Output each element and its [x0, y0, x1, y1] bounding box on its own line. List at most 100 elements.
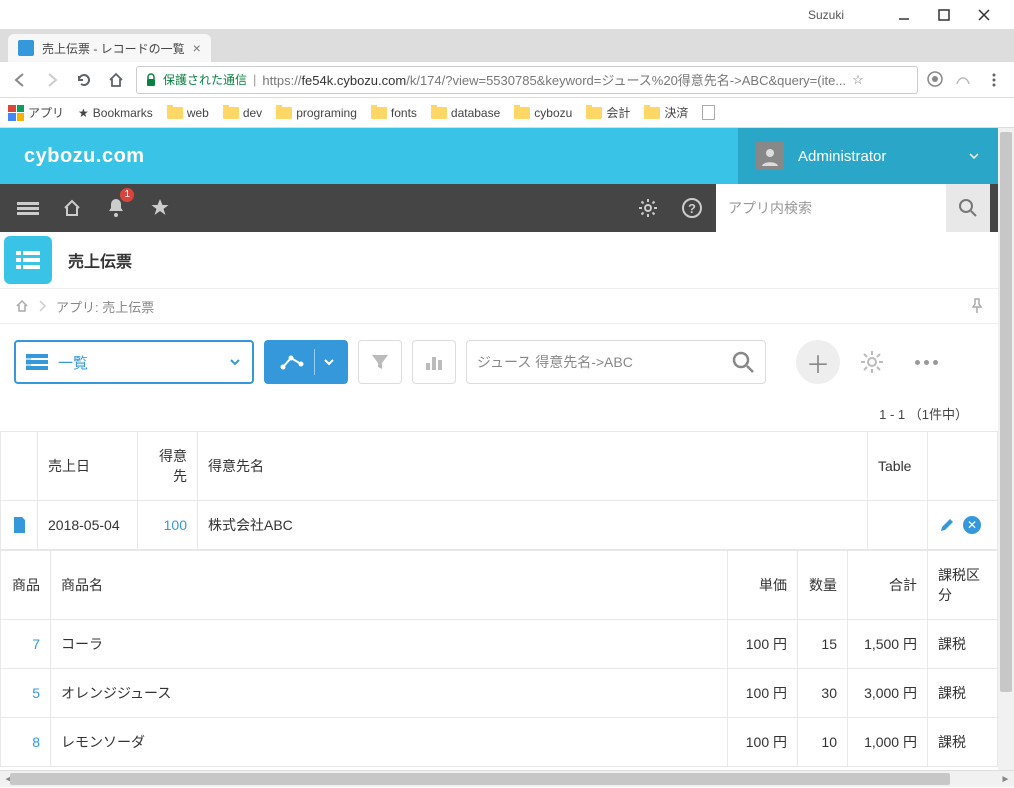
bookmark-folder[interactable]: 会計	[586, 104, 630, 121]
scroll-right-arrow-icon[interactable]: ►	[997, 771, 1014, 788]
aggregate-button[interactable]	[412, 340, 456, 384]
notifications-button[interactable]: 1	[96, 184, 136, 232]
detail-cell-total: 1,000 円	[848, 718, 928, 767]
app-search-input[interactable]	[716, 184, 946, 232]
window-maximize-button[interactable]	[924, 1, 964, 29]
tab-title: 売上伝票 - レコードの一覧	[42, 40, 185, 57]
record-row[interactable]: 2018-05-04 100 株式会社ABC ✕	[1, 501, 998, 550]
tab-close-button[interactable]: ×	[193, 40, 201, 56]
delete-record-button[interactable]: ✕	[963, 516, 981, 534]
detail-cell-tax: 課税	[928, 718, 998, 767]
more-options-button[interactable]	[904, 340, 948, 384]
horizontal-scrollbar[interactable]: ◄ ►	[0, 770, 1014, 787]
bookmark-page[interactable]	[702, 105, 715, 120]
page-viewport: cybozu.com Administrator 1 ?	[0, 128, 1014, 770]
vertical-scrollbar[interactable]	[998, 128, 1014, 770]
breadcrumb-separator-icon	[38, 299, 48, 313]
bookmark-folder[interactable]: dev	[223, 106, 262, 120]
nav-forward-button[interactable]	[40, 68, 64, 92]
nav-home-button[interactable]	[104, 68, 128, 92]
folder-icon	[431, 107, 447, 119]
app-search	[716, 184, 990, 232]
record-detail-icon[interactable]	[1, 501, 38, 550]
pin-icon[interactable]	[970, 298, 984, 314]
settings-gear-button[interactable]	[628, 184, 668, 232]
record-table-header-blank	[1, 432, 38, 501]
user-menu[interactable]: Administrator	[738, 128, 998, 184]
record-table-header-actions	[928, 432, 998, 501]
bookmarks-apps-button[interactable]: アプリ	[8, 104, 64, 121]
detail-header-tax[interactable]: 課税区分	[928, 551, 998, 620]
detail-cell-name: レモンソーダ	[51, 718, 728, 767]
portal-home-button[interactable]	[52, 184, 92, 232]
bookmark-folder[interactable]: 決済	[644, 104, 688, 121]
nav-reload-button[interactable]	[72, 68, 96, 92]
breadcrumb-home-icon[interactable]	[14, 298, 30, 314]
bookmark-folder[interactable]: programing	[276, 106, 357, 120]
detail-cell-name: オレンジジュース	[51, 669, 728, 718]
keyword-search	[466, 340, 766, 384]
folder-icon	[223, 107, 239, 119]
detail-cell-code[interactable]: 5	[1, 669, 51, 718]
bookmark-folder[interactable]: database	[431, 106, 500, 120]
browser-tab[interactable]: 売上伝票 - レコードの一覧 ×	[8, 34, 211, 62]
address-bar[interactable]: 保護された通信 | https://fe54k.cybozu.com/k/174…	[136, 66, 918, 94]
bookmark-folder[interactable]: fonts	[371, 106, 417, 120]
secure-label: 保護された通信	[163, 71, 247, 88]
app-icon[interactable]	[4, 236, 52, 284]
help-button[interactable]: ?	[672, 184, 712, 232]
window-minimize-button[interactable]	[884, 1, 924, 29]
detail-header-code[interactable]: 商品	[1, 551, 51, 620]
record-table-header-customer-name[interactable]: 得意先名	[198, 432, 868, 501]
star-icon: ★	[78, 106, 89, 120]
record-table-header-table[interactable]: Table	[868, 432, 928, 501]
detail-header-total[interactable]: 合計	[848, 551, 928, 620]
app-title: 売上伝票	[68, 248, 132, 272]
view-selector-dropdown[interactable]: 一覧	[14, 340, 254, 384]
record-table: 売上日 得意先 得意先名 Table 2018-05-04 100 株式会社AB…	[0, 431, 998, 550]
bookmarks-star-label: Bookmarks	[93, 106, 153, 120]
nav-back-button[interactable]	[8, 68, 32, 92]
detail-cell-price: 100 円	[728, 620, 798, 669]
filter-button[interactable]	[358, 340, 402, 384]
detail-cell-code[interactable]: 7	[1, 620, 51, 669]
list-view-icon	[26, 354, 48, 370]
folder-icon	[586, 107, 602, 119]
window-close-button[interactable]	[964, 1, 1004, 29]
favorites-button[interactable]	[140, 184, 180, 232]
cybozu-logo[interactable]: cybozu.com	[0, 145, 145, 168]
add-record-button[interactable]: ＋	[796, 340, 840, 384]
edit-record-button[interactable]	[939, 517, 955, 533]
extension-icon-2[interactable]	[954, 70, 974, 90]
folder-icon	[644, 107, 660, 119]
chevron-down-icon	[968, 150, 980, 162]
app-search-button[interactable]	[946, 184, 990, 232]
detail-cell-code[interactable]: 8	[1, 718, 51, 767]
bookmark-folder[interactable]: cybozu	[514, 106, 572, 120]
bookmark-star-icon[interactable]: ☆	[852, 72, 864, 88]
keyword-search-input[interactable]	[477, 354, 723, 370]
browser-menu-button[interactable]	[982, 68, 1006, 92]
record-cell-customer[interactable]: 100	[138, 501, 198, 550]
chart-button[interactable]	[264, 340, 348, 384]
detail-row: 8 レモンソーダ 100 円 10 1,000 円 課税	[1, 718, 998, 767]
detail-table: 商品 商品名 単価 数量 合計 課税区分 7 コーラ 100 円 15 1,50…	[0, 550, 998, 767]
scrollbar-thumb[interactable]	[10, 773, 950, 785]
search-icon[interactable]	[731, 350, 755, 374]
hamburger-menu-button[interactable]	[8, 184, 48, 232]
bookmark-folder[interactable]: web	[167, 106, 209, 120]
detail-cell-price: 100 円	[728, 669, 798, 718]
record-table-header-customer[interactable]: 得意先	[138, 432, 198, 501]
detail-header-qty[interactable]: 数量	[798, 551, 848, 620]
detail-header-price[interactable]: 単価	[728, 551, 798, 620]
record-table-header-date[interactable]: 売上日	[38, 432, 138, 501]
bookmarks-star-button[interactable]: ★ Bookmarks	[78, 106, 153, 120]
browser-toolbar: 保護された通信 | https://fe54k.cybozu.com/k/174…	[0, 62, 1014, 98]
extension-icon-1[interactable]	[926, 70, 946, 90]
chevron-down-icon	[323, 356, 335, 368]
app-settings-button[interactable]	[850, 340, 894, 384]
notification-badge: 1	[120, 188, 134, 202]
detail-header-name[interactable]: 商品名	[51, 551, 728, 620]
folder-icon	[276, 107, 292, 119]
detail-cell-qty: 30	[798, 669, 848, 718]
